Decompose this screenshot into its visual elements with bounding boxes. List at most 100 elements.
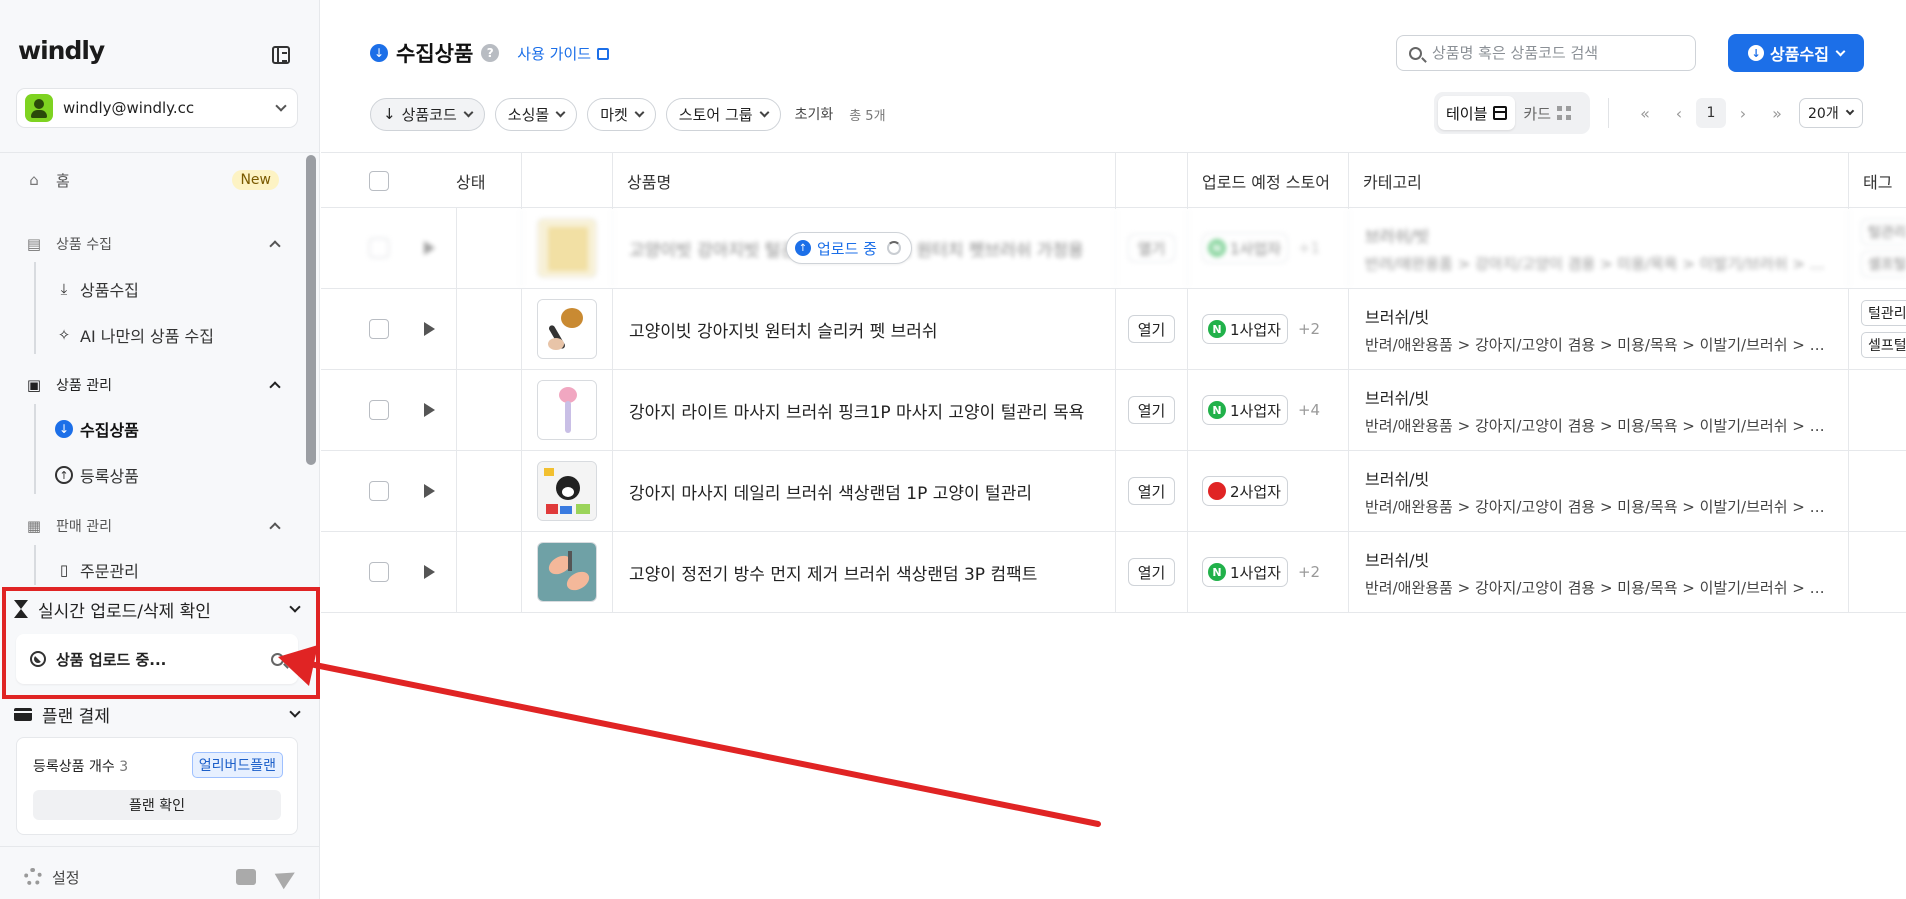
upload-store-cell: 2사업자 xyxy=(1187,451,1348,531)
product-name-cell: 고양이빗 강아지빗 원터치 슬리커 펫 브러쉬 xyxy=(612,289,1115,369)
thumbnail-image xyxy=(538,219,596,277)
store-extra-count[interactable]: +2 xyxy=(1298,320,1320,338)
expand-row-icon[interactable] xyxy=(424,565,435,579)
product-thumbnail[interactable] xyxy=(537,218,597,278)
product-thumbnail[interactable] xyxy=(537,380,597,440)
table-row[interactable]: 고양이빗 강아지빗 털관리 슬리커브러쉬 원터치 펫브러쉬 가정용 열기 N1사… xyxy=(321,208,1906,289)
tag-chip[interactable]: 털관리 xyxy=(1861,300,1906,326)
row-checkbox[interactable] xyxy=(369,400,389,420)
table-row[interactable]: 고양이 정전기 방수 먼지 제거 브러쉬 색상랜덤 3P 컴팩트 열기 N 1사업… xyxy=(321,532,1906,613)
product-thumbnail[interactable] xyxy=(537,542,597,602)
sidebar-item-ai-collect[interactable]: ✧ AI 나만의 상품 수집 xyxy=(54,321,214,349)
market-filter[interactable]: 마켓 xyxy=(587,97,656,131)
card-view-button[interactable]: 카드 xyxy=(1515,96,1579,130)
next-page-button[interactable]: › xyxy=(1726,98,1760,128)
windly-logo[interactable]: windly xyxy=(18,36,105,65)
store-icon: ▦ xyxy=(26,517,42,535)
store-group-filter[interactable]: 스토어 그룹 xyxy=(665,97,781,131)
sort-dropdown[interactable]: ↓ 상품코드 xyxy=(370,97,485,131)
sidebar-section-collect[interactable]: ▤ 상품 수집 xyxy=(24,230,281,258)
table-view-button[interactable]: 테이블 xyxy=(1438,96,1516,130)
chevron-down-icon xyxy=(1835,46,1846,56)
first-page-button[interactable]: « xyxy=(1628,98,1662,128)
sidebar-item-collected-products[interactable]: ↓ 수집상품 xyxy=(54,415,139,443)
expand-row-icon[interactable] xyxy=(424,322,435,336)
header-tag[interactable]: 태그 xyxy=(1848,153,1906,209)
row-checkbox[interactable] xyxy=(369,481,389,501)
select-all-checkbox[interactable] xyxy=(369,171,389,191)
product-name[interactable]: 고양이 정전기 방수 먼지 제거 브러쉬 색상랜덤 3P 컴팩트 xyxy=(613,560,1037,585)
sidebar-toggle-icon[interactable] xyxy=(272,46,290,64)
store-pill[interactable]: N 1사업자 xyxy=(1202,233,1288,263)
upload-status-pill[interactable]: ↑ 업로드 중 xyxy=(786,232,912,264)
chevron-down-icon xyxy=(759,107,770,117)
thumbnail-image xyxy=(538,543,596,601)
expand-row-icon[interactable] xyxy=(424,241,435,255)
open-button[interactable]: 열기 xyxy=(1127,396,1176,424)
expand-row-icon[interactable] xyxy=(424,403,435,417)
sidebar-item-orders[interactable]: ▯ 주문관리 xyxy=(54,556,139,584)
help-icon[interactable]: ? xyxy=(481,44,500,62)
product-name[interactable]: 고양이빗 강아지빗 원터치 슬리커 펫 브러쉬 xyxy=(613,317,938,342)
tag-chip[interactable]: 털관리 xyxy=(1861,219,1906,245)
product-name[interactable]: 강아지 마사지 데일리 브러쉬 색상랜덤 1P 고양이 털관리 xyxy=(613,479,1032,504)
header-thumb xyxy=(521,153,612,209)
category-name: 브러쉬/빗 xyxy=(1365,307,1430,327)
table-row[interactable]: 강아지 마사지 데일리 브러쉬 색상랜덤 1P 고양이 털관리 열기 2사업자 … xyxy=(321,451,1906,532)
product-thumbnail[interactable] xyxy=(537,461,597,521)
sidebar-item-product-collect[interactable]: ⤓ 상품수집 xyxy=(54,275,139,303)
sidebar-item-settings[interactable]: 설정 xyxy=(24,864,300,890)
header-upload-store[interactable]: 업로드 예정 스토어 xyxy=(1187,153,1348,209)
store-pill[interactable]: N 1사업자 xyxy=(1202,314,1288,344)
sidebar-scrollbar[interactable] xyxy=(306,155,316,465)
tag-chip[interactable]: 셀프털 xyxy=(1861,251,1906,277)
store-pill[interactable]: N 1사업자 xyxy=(1202,395,1288,425)
sidebar-section-manage[interactable]: ▣ 상품 관리 xyxy=(24,371,281,399)
sidebar-item-label: 상품수집 xyxy=(80,281,139,300)
collect-products-button[interactable]: ↓ 상품수집 xyxy=(1728,34,1864,72)
store-pill[interactable]: N 1사업자 xyxy=(1202,557,1288,587)
prev-page-button[interactable]: ‹ xyxy=(1662,98,1696,128)
store-extra-count[interactable]: +4 xyxy=(1298,401,1320,419)
open-button[interactable]: 열기 xyxy=(1127,477,1176,505)
send-icon[interactable] xyxy=(274,864,300,890)
sidebar-section-sales[interactable]: ▦ 판매 관리 xyxy=(24,512,281,540)
open-button[interactable]: 열기 xyxy=(1127,315,1176,343)
pagination: « ‹ 1 › » xyxy=(1628,98,1794,128)
row-checkbox[interactable] xyxy=(369,319,389,339)
open-button[interactable]: 열기 xyxy=(1127,234,1176,262)
sidebar-item-label: 주문관리 xyxy=(80,562,139,581)
header-category[interactable]: 카테고리 xyxy=(1348,153,1848,209)
plan-check-button[interactable]: 플랜 확인 xyxy=(33,790,281,820)
product-name[interactable]: 강아지 라이트 마사지 브러쉬 핑크1P 마사지 고양이 털관리 목욕 xyxy=(613,398,1084,423)
category-path: 반려/애완용품 > 강아지/고양이 겸용 > 미용/목욕 > 이발기/브러쉬 >… xyxy=(1365,497,1827,516)
column-header: 태그 xyxy=(1863,173,1893,192)
open-button[interactable]: 열기 xyxy=(1127,558,1176,586)
search-input[interactable] xyxy=(1432,44,1672,62)
last-page-button[interactable]: » xyxy=(1760,98,1794,128)
header-product-name[interactable]: 상품명 xyxy=(612,153,1115,209)
row-checkbox[interactable] xyxy=(369,238,389,258)
current-page[interactable]: 1 xyxy=(1696,98,1726,128)
per-page-select[interactable]: 20개 xyxy=(1799,98,1863,128)
expand-row-icon[interactable] xyxy=(424,484,435,498)
reset-filters-button[interactable]: 초기화 xyxy=(795,104,834,124)
table-row[interactable]: 고양이빗 강아지빗 원터치 슬리커 펫 브러쉬 열기 N 1사업자 +2 브러쉬/… xyxy=(321,289,1906,370)
sourcing-mall-filter[interactable]: 소싱몰 xyxy=(494,97,578,131)
usage-guide-link[interactable]: 사용 가이드 xyxy=(517,43,610,64)
account-selector[interactable]: windly@windly.cc xyxy=(16,88,298,128)
store-extra-count[interactable]: +2 xyxy=(1298,563,1320,581)
row-checkbox[interactable] xyxy=(369,562,389,582)
store-pill[interactable]: 2사업자 xyxy=(1202,476,1288,506)
plan-header[interactable]: 플랜 결제 xyxy=(14,701,301,727)
store-extra-count[interactable]: +1 xyxy=(1298,239,1320,257)
sidebar-item-registered-products[interactable]: ↑ 등록상품 xyxy=(54,461,139,489)
chat-icon[interactable] xyxy=(236,869,256,885)
table-row[interactable]: 강아지 라이트 마사지 브러쉬 핑크1P 마사지 고양이 털관리 목욕 열기 N… xyxy=(321,370,1906,451)
category-cell: 브러쉬/빗 반려/애완용품 > 강아지/고양이 겸용 > 미용/목욕 > 이발기… xyxy=(1348,208,1848,288)
table-header: 상태 상품명 업로드 예정 스토어 카테고리 태그 xyxy=(321,152,1906,209)
product-thumbnail[interactable] xyxy=(537,299,597,359)
tag-chip[interactable]: 셀프털 xyxy=(1861,332,1906,358)
sidebar-item-home[interactable]: ⌂ 홈 New xyxy=(24,166,279,194)
arrow-down-icon: ↓ xyxy=(383,105,396,123)
